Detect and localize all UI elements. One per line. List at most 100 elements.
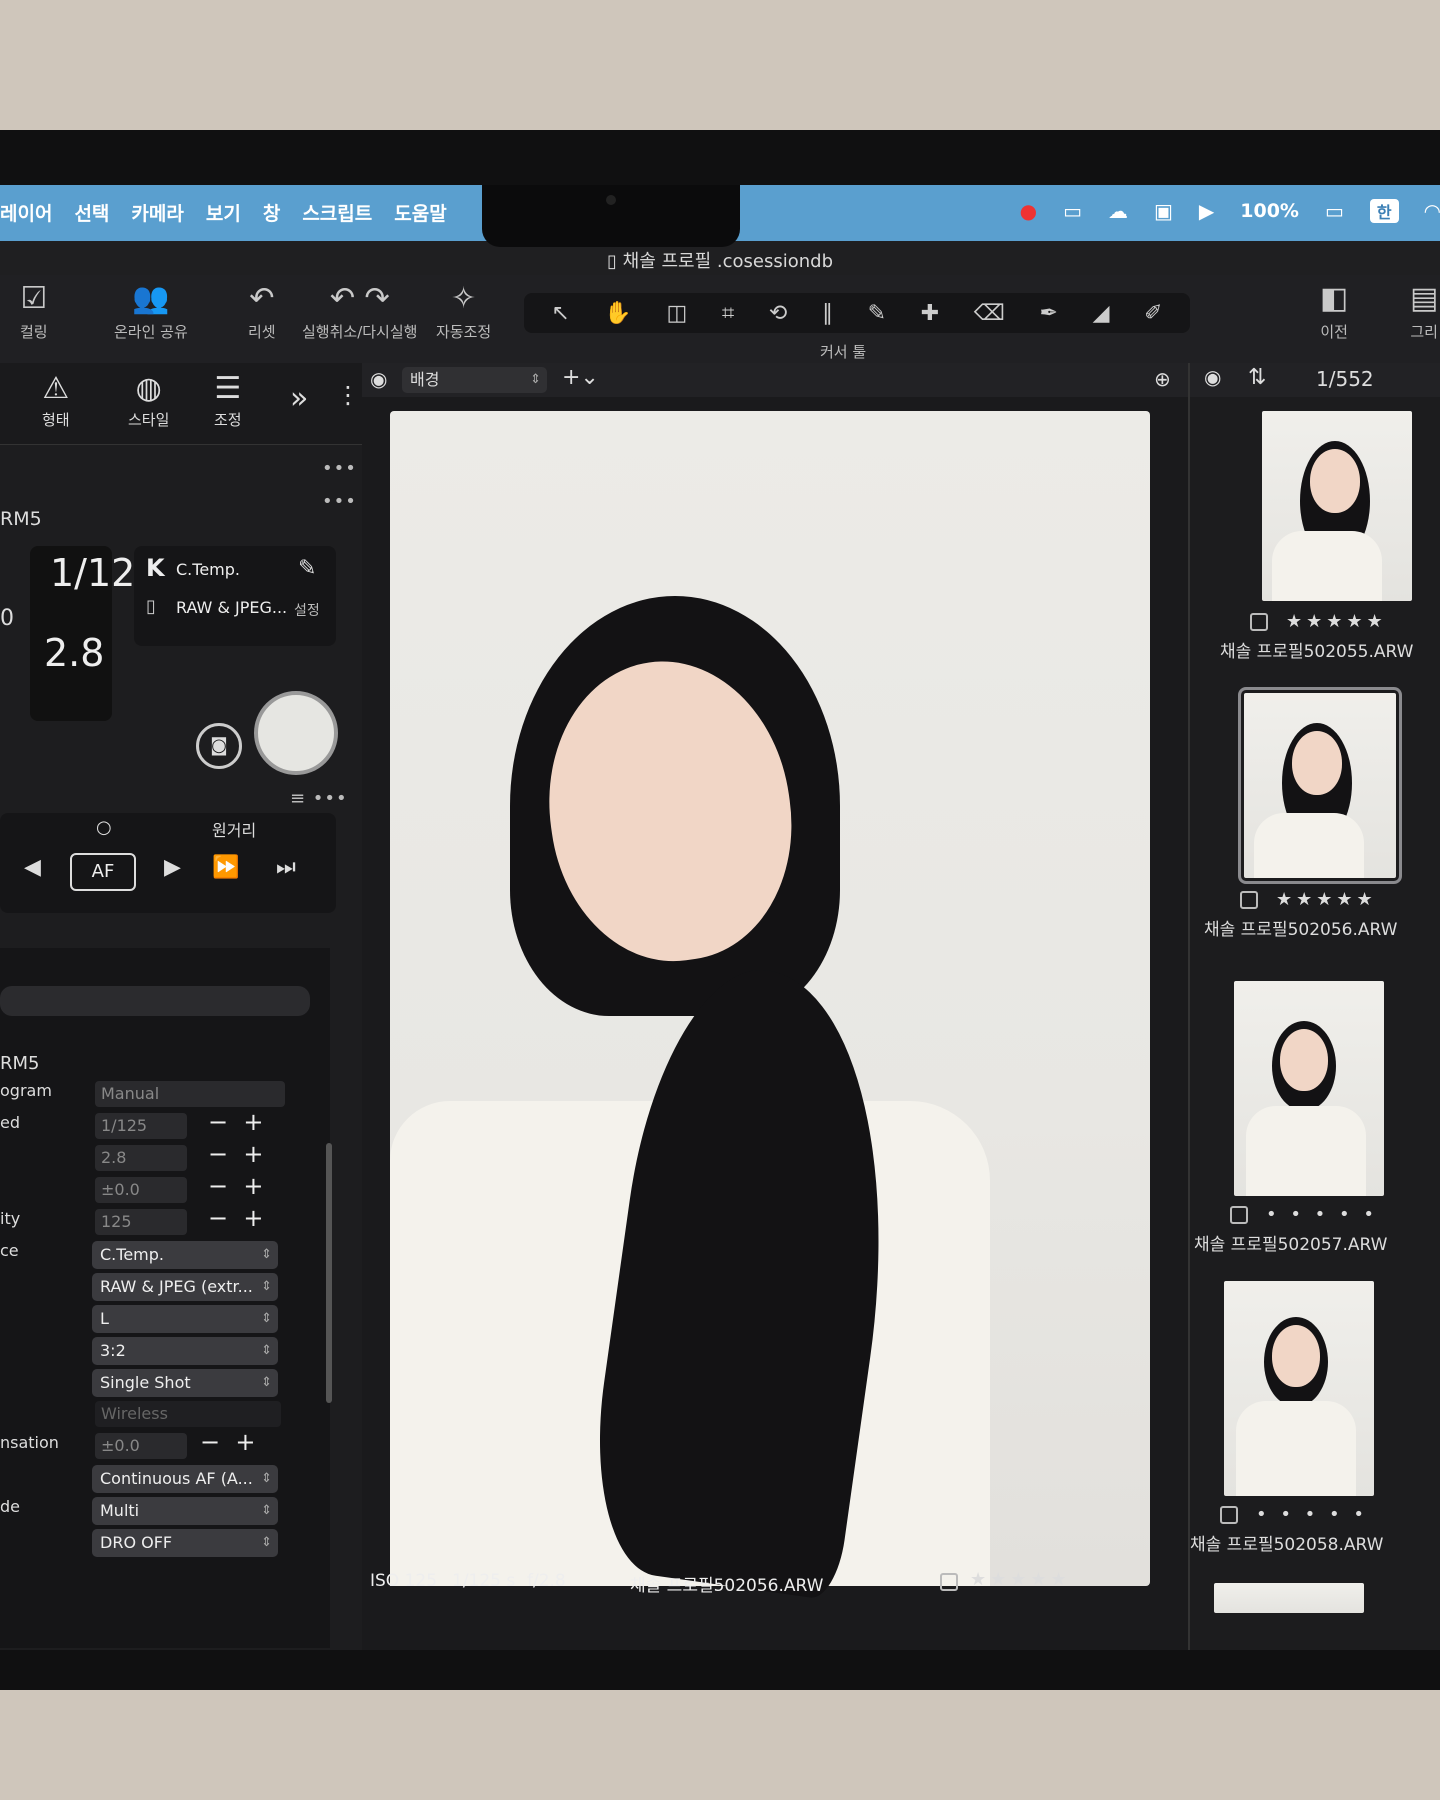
eye-icon[interactable]: ◉ bbox=[370, 367, 387, 391]
image-size-select[interactable]: L ⇕ bbox=[92, 1305, 278, 1333]
panel-options-icon[interactable]: ••• bbox=[322, 458, 357, 479]
menu-layer[interactable]: 레이어 bbox=[0, 199, 52, 226]
focus-far-2-icon[interactable]: ⏩ bbox=[212, 855, 239, 880]
menu-help[interactable]: 도움말 bbox=[394, 199, 446, 226]
online-share-button[interactable]: 👥 온라인 공유 bbox=[114, 281, 188, 342]
keystone-icon[interactable]: ∥ bbox=[822, 301, 833, 326]
thumb-checkbox[interactable] bbox=[1230, 1206, 1248, 1224]
focus-mode-select[interactable]: Continuous AF (A... ⇕ bbox=[92, 1465, 278, 1493]
settings-scrollbar[interactable] bbox=[326, 1143, 332, 1403]
flash-comp-field[interactable]: ±0.0 bbox=[95, 1433, 187, 1459]
thumb-checkbox[interactable] bbox=[1250, 613, 1268, 631]
capture-button[interactable] bbox=[254, 691, 338, 775]
shutter-stepper[interactable]: − + bbox=[208, 1108, 263, 1136]
crop-icon[interactable]: ⌗ bbox=[722, 301, 734, 326]
rotate-icon[interactable]: ⟲ bbox=[769, 301, 787, 326]
menu-window[interactable]: 창 bbox=[263, 199, 280, 226]
settings-search[interactable] bbox=[0, 986, 310, 1016]
focus-panel-options-icon[interactable]: ≡ ••• bbox=[290, 788, 348, 809]
heal-icon[interactable]: ✚ bbox=[921, 301, 939, 326]
tab-composition[interactable]: ⚠ 형태 bbox=[42, 371, 70, 430]
reset-button[interactable]: ↶ 리셋 bbox=[248, 281, 276, 342]
thumb-rating[interactable]: ★★★★★ bbox=[1276, 889, 1377, 910]
aperture-stepper[interactable]: − + bbox=[208, 1140, 263, 1168]
drive-mode-select[interactable]: Single Shot ⇕ bbox=[92, 1369, 278, 1397]
edit-pencil-icon[interactable]: ✎ bbox=[298, 556, 316, 581]
thumbnail[interactable] bbox=[1234, 981, 1384, 1196]
cloud-icon[interactable]: ☁ bbox=[1108, 199, 1128, 223]
viewer-select-checkbox[interactable] bbox=[940, 1573, 958, 1591]
auto-adjust-button[interactable]: ✧ 자동조정 bbox=[436, 281, 491, 342]
record-status-icon[interactable]: ● bbox=[1020, 199, 1037, 223]
flash-comp-stepper[interactable]: − + bbox=[200, 1428, 255, 1456]
panel-options-icon-2[interactable]: ••• bbox=[322, 491, 357, 512]
aspect-ratio-select[interactable]: 3:2 ⇕ bbox=[92, 1337, 278, 1365]
thumbnail[interactable] bbox=[1224, 1281, 1374, 1496]
menu-script[interactable]: 스크립트 bbox=[302, 199, 372, 226]
add-layer-icon[interactable]: +⌄ bbox=[562, 365, 599, 390]
more-tabs-icon[interactable]: » bbox=[290, 381, 308, 416]
menu-view[interactable]: 보기 bbox=[206, 199, 241, 226]
menu-select[interactable]: 선택 bbox=[74, 199, 109, 226]
annotate-icon[interactable]: ✐ bbox=[1144, 301, 1162, 326]
thumb-face bbox=[1280, 1029, 1328, 1091]
picker-icon[interactable]: ✒ bbox=[1040, 301, 1058, 326]
thumb-rating[interactable]: ★★★★★ bbox=[1286, 611, 1387, 632]
wifi-icon[interactable]: ◠ bbox=[1425, 199, 1440, 223]
aperture-info: f/2.8 bbox=[527, 1571, 566, 1591]
white-balance-select[interactable]: C.Temp. ⇕ bbox=[92, 1241, 278, 1269]
thumbnail[interactable] bbox=[1262, 411, 1412, 601]
shutter-field[interactable]: 1/125 bbox=[95, 1113, 187, 1139]
metering-select[interactable]: Multi ⇕ bbox=[92, 1497, 278, 1525]
exposure-readout: 1/125 2.8 bbox=[30, 546, 160, 721]
main-photo[interactable] bbox=[390, 411, 1150, 1602]
brush-icon[interactable]: ✎ bbox=[868, 301, 886, 326]
undo-redo-button[interactable]: ↶ ↷ 실행취소/다시실행 bbox=[302, 281, 417, 342]
undo-redo-icon: ↶ ↷ bbox=[329, 281, 390, 316]
eraser-icon[interactable]: ⌫ bbox=[974, 301, 1005, 326]
layer-select[interactable]: 배경 ⇕ bbox=[402, 367, 547, 393]
thumb-checkbox[interactable] bbox=[1220, 1506, 1238, 1524]
aperture-field[interactable]: 2.8 bbox=[95, 1145, 187, 1171]
card-icon[interactable]: ▣ bbox=[1154, 199, 1173, 223]
iso-stepper[interactable]: − + bbox=[208, 1204, 263, 1232]
thumb-face bbox=[1272, 1325, 1320, 1387]
loupe-icon[interactable]: ◫ bbox=[666, 301, 687, 326]
tab-adjust[interactable]: ☰ 조정 bbox=[214, 371, 242, 430]
grid-button[interactable]: ▤ 그리 bbox=[1410, 281, 1438, 342]
exposure-field[interactable]: ±0.0 bbox=[95, 1177, 187, 1203]
settings-label[interactable]: 설정 bbox=[294, 600, 320, 620]
exposure-stepper[interactable]: − + bbox=[208, 1172, 263, 1200]
viewer-rating[interactable]: ★★★★★ bbox=[970, 1569, 1071, 1590]
menu-camera[interactable]: 카메라 bbox=[131, 199, 183, 226]
sort-icon[interactable]: ⇅ bbox=[1248, 365, 1266, 390]
previous-button[interactable]: ◧ 이전 bbox=[1320, 281, 1348, 342]
focus-far-1-icon[interactable]: ▶ bbox=[164, 855, 181, 880]
eye-icon[interactable]: ◉ bbox=[1204, 365, 1221, 389]
focus-near-arrow-icon[interactable]: ◀ bbox=[24, 855, 41, 880]
file-format-select[interactable]: RAW & JPEG (extr... ⇕ bbox=[92, 1273, 278, 1301]
culling-button[interactable]: ☑ 컬링 bbox=[20, 281, 48, 342]
record-video-button[interactable]: ◙ bbox=[196, 723, 242, 769]
battery-icon[interactable]: ▭ bbox=[1325, 199, 1344, 223]
webcam bbox=[606, 195, 616, 205]
dro-select[interactable]: DRO OFF ⇕ bbox=[92, 1529, 278, 1557]
focus-far-3-icon[interactable]: ⏭ bbox=[276, 855, 296, 880]
near-focus-icon: ○ bbox=[96, 817, 112, 838]
select-cursor-icon[interactable]: ↖ bbox=[551, 301, 569, 326]
thumbnail-partial[interactable] bbox=[1214, 1583, 1364, 1613]
thumb-checkbox[interactable] bbox=[1240, 891, 1258, 909]
thumb-rating[interactable]: • • • • • bbox=[1266, 1204, 1378, 1225]
thumb-rating[interactable]: • • • • • bbox=[1256, 1504, 1368, 1525]
gradient-icon[interactable]: ◢ bbox=[1093, 301, 1110, 326]
thumbnail-selected[interactable] bbox=[1238, 687, 1402, 884]
display-icon[interactable]: ▭ bbox=[1063, 199, 1082, 223]
pan-hand-icon[interactable]: ✋ bbox=[604, 301, 631, 326]
af-button[interactable]: AF bbox=[70, 853, 136, 891]
tab-style[interactable]: ◍ 스타일 bbox=[128, 371, 169, 430]
zoom-icon[interactable]: ⊕ bbox=[1154, 367, 1171, 391]
play-icon[interactable]: ▶ bbox=[1199, 199, 1214, 223]
iso-field[interactable]: 125 bbox=[95, 1209, 187, 1235]
tab-menu-icon[interactable]: ⋮ bbox=[336, 381, 360, 409]
input-method-indicator[interactable]: 한 bbox=[1369, 199, 1399, 223]
